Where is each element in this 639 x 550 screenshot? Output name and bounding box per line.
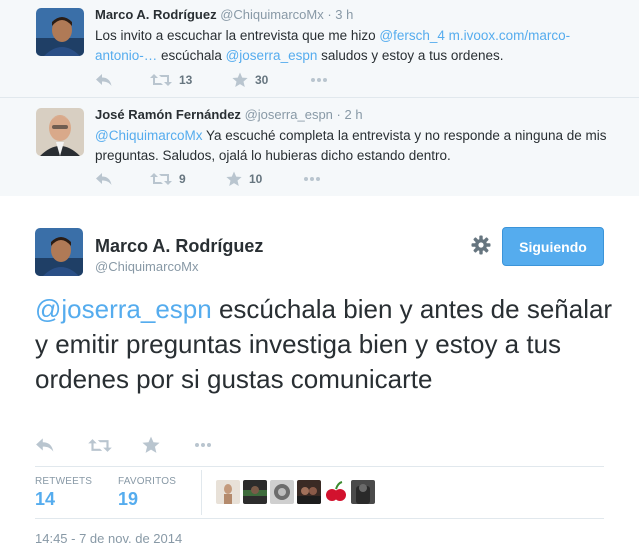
retweet-count: 13 (179, 73, 193, 87)
favoriter-avatar[interactable] (324, 480, 348, 504)
favoriter-avatars (216, 480, 375, 504)
star-icon (226, 171, 242, 187)
favoriter-avatar[interactable] (270, 480, 294, 504)
star-icon (142, 436, 160, 454)
reply-icon (35, 437, 55, 453)
more-button[interactable] (193, 437, 213, 453)
retweets-label: RETWEETS (35, 476, 93, 487)
reply-icon (95, 73, 113, 87)
mention-link[interactable]: @joserra_espn (226, 48, 318, 63)
mention-link[interactable]: @fersch_4 (379, 28, 444, 43)
text-segment: saludos y estoy a tus ordenes. (317, 48, 504, 63)
tweet-header: Marco A. Rodríguez @ChiquimarcoMx · 3 h (95, 7, 353, 22)
tweet-header: José Ramón Fernández @joserra_espn · 2 h (95, 107, 363, 122)
retweet-icon (150, 73, 172, 87)
retweet-count: 9 (179, 172, 186, 186)
retweet-icon (88, 438, 112, 453)
retweets-count: 14 (35, 489, 56, 509)
favoriter-avatar[interactable] (216, 480, 240, 504)
avatar[interactable] (36, 8, 84, 56)
favorite-count: 10 (249, 172, 263, 186)
mention-link[interactable]: @joserra_espn (35, 294, 212, 324)
tweet-text: @ChiquimarcoMx Ya escuché completa la en… (95, 126, 615, 166)
favorites-label: FAVORITOS (118, 476, 177, 487)
context-tweet[interactable]: Marco A. Rodríguez @ChiquimarcoMx · 3 h … (0, 0, 639, 97)
retweets-stat[interactable]: RETWEETS 14 (35, 476, 92, 510)
text-segment: escúchala (157, 48, 226, 63)
following-button[interactable]: Siguiendo (502, 227, 604, 266)
avatar[interactable] (36, 108, 84, 156)
author-handle[interactable]: @ChiquimarcoMx (95, 259, 199, 274)
context-tweet[interactable]: José Ramón Fernández @joserra_espn · 2 h… (0, 97, 639, 196)
tweet-text: @joserra_espn escúchala bien y antes de … (35, 292, 615, 397)
favoriter-avatar[interactable] (297, 480, 321, 504)
more-button[interactable] (303, 171, 321, 187)
retweet-button[interactable]: 9 (150, 171, 186, 187)
retweet-button[interactable] (88, 437, 112, 453)
reply-button[interactable] (95, 171, 113, 187)
settings-button[interactable] (470, 234, 492, 256)
tweet-text: Los invito a escuchar la entrevista que … (95, 26, 615, 66)
more-icon (193, 442, 213, 448)
author-name[interactable]: Marco A. Rodríguez (95, 7, 217, 22)
favorites-stat[interactable]: FAVORITOS 19 (118, 476, 176, 510)
gear-icon (470, 235, 492, 260)
more-icon (310, 77, 328, 83)
tweet-stats: RETWEETS 14 FAVORITOS 19 (35, 466, 604, 519)
tweet-time[interactable]: · 2 h (337, 107, 363, 122)
tweet-time[interactable]: · 3 h (327, 7, 353, 22)
favorites-count: 19 (118, 489, 139, 509)
mention-link[interactable]: @ChiquimarcoMx (95, 128, 202, 143)
favorite-button[interactable]: 30 (232, 72, 268, 88)
avatar[interactable] (35, 228, 83, 276)
favorite-button[interactable]: 10 (226, 171, 262, 187)
author-name[interactable]: Marco A. Rodríguez (95, 236, 263, 257)
text-segment: Los invito a escuchar la entrevista que … (95, 28, 380, 43)
author-handle[interactable]: @ChiquimarcoMx (220, 7, 324, 22)
reply-button[interactable] (35, 437, 55, 453)
tweet-timestamp[interactable]: 14:45 - 7 de nov. de 2014 (35, 531, 182, 546)
favorite-button[interactable] (142, 436, 160, 454)
retweet-button[interactable]: 13 (150, 72, 192, 88)
more-icon (303, 176, 321, 182)
reply-icon (95, 172, 113, 186)
conversation-context: Marco A. Rodríguez @ChiquimarcoMx · 3 h … (0, 0, 639, 196)
favoriter-avatar[interactable] (351, 480, 375, 504)
star-icon (232, 72, 248, 88)
retweet-icon (150, 172, 172, 186)
author-name[interactable]: José Ramón Fernández (95, 107, 241, 122)
favoriter-avatar[interactable] (243, 480, 267, 504)
author-handle[interactable]: @joserra_espn (245, 107, 333, 122)
reply-button[interactable] (95, 72, 113, 88)
stats-divider (201, 470, 202, 515)
favorite-count: 30 (255, 73, 269, 87)
more-button[interactable] (310, 72, 328, 88)
